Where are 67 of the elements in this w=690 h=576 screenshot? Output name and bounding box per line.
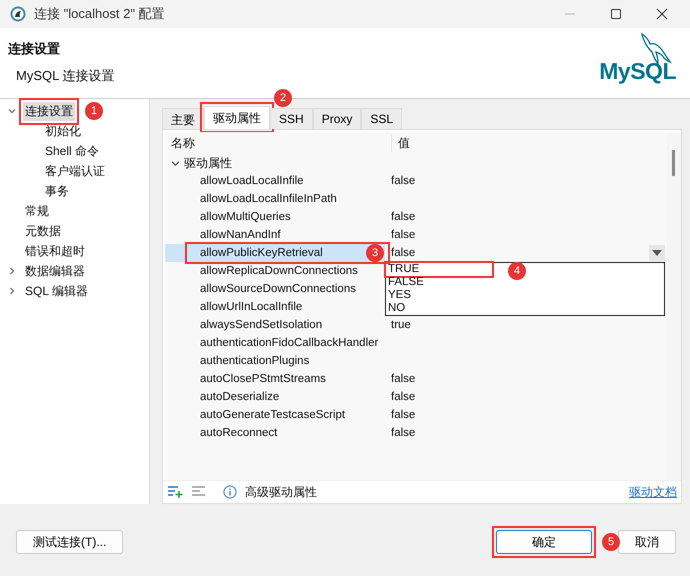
dropdown-option[interactable]: FALSE — [386, 276, 492, 289]
dropdown-option[interactable]: YES — [386, 289, 492, 302]
add-row-icon[interactable] — [167, 485, 183, 499]
property-value: false — [391, 391, 416, 403]
property-value: false — [391, 175, 416, 187]
property-name[interactable]: alwaysSendSetIsolation — [165, 316, 385, 334]
dialog-button[interactable]: 确定 — [496, 530, 592, 554]
info-text: 高级驱动属性 — [245, 484, 317, 500]
section-title: 连接设置 — [8, 40, 61, 58]
dropdown-option[interactable]: TRUE — [386, 263, 492, 276]
property-name[interactable]: autoGenerateTestcaseScript — [165, 406, 385, 424]
tree-item[interactable]: 常规 — [23, 202, 51, 220]
property-name[interactable]: allowLoadLocalInfileInPath — [165, 190, 385, 208]
property-value: false — [391, 373, 416, 385]
section-subtitle: MySQL 连接设置 — [15, 67, 114, 85]
close-icon[interactable] — [656, 8, 668, 20]
tree-item[interactable]: 错误和超时 — [23, 242, 87, 260]
chevron-down-icon[interactable] — [8, 107, 16, 115]
tree-item[interactable]: 数据编辑器 — [23, 262, 87, 280]
group-label: 驱动属性 — [184, 154, 232, 172]
property-value: false — [391, 247, 416, 259]
property-value: false — [391, 211, 416, 223]
property-value: false — [391, 229, 416, 241]
annotation-badge: 2 — [274, 89, 292, 107]
annotation-badge: 1 — [85, 102, 103, 120]
tab[interactable]: SSL — [361, 108, 402, 129]
tree-item[interactable]: Shell 命令 — [43, 142, 102, 160]
column-header[interactable]: 名称 — [165, 134, 392, 152]
tab[interactable]: 主要 — [162, 108, 204, 129]
property-name[interactable]: autoDeserialize — [165, 388, 385, 406]
annotation-badge: 5 — [602, 533, 620, 551]
window-title: 连接 "localhost 2" 配置 — [34, 5, 165, 23]
property-name[interactable]: authenticationFidoCallbackHandler — [165, 334, 385, 352]
tab[interactable]: Proxy — [312, 108, 362, 129]
property-name[interactable]: allowSourceDownConnections — [165, 280, 385, 298]
column-header[interactable]: 值 — [392, 134, 410, 152]
dialog-button[interactable]: 取消 — [618, 530, 676, 554]
annotation-badge: 4 — [508, 262, 526, 280]
driver-docs-link[interactable]: 驱动文档 — [629, 484, 677, 500]
property-name[interactable]: allowMultiQueries — [165, 208, 385, 226]
tree-item[interactable]: 事务 — [43, 182, 71, 200]
property-name[interactable]: authenticationPlugins — [165, 352, 385, 370]
property-name[interactable]: allowReplicaDownConnections — [165, 262, 385, 280]
tab[interactable]: SSH — [270, 108, 313, 129]
info-icon — [223, 485, 237, 499]
property-value: true — [391, 319, 411, 331]
tab[interactable]: 驱动属性 — [204, 106, 270, 129]
app-icon — [10, 6, 26, 22]
tree-item[interactable]: 客户端认证 — [43, 162, 107, 180]
maximize-icon[interactable] — [610, 8, 622, 20]
property-name[interactable]: allowUrlInLocalInfile — [165, 298, 385, 316]
property-value: false — [391, 427, 416, 439]
property-name[interactable]: autoReconnect — [165, 424, 385, 442]
property-name[interactable]: autoClosePStmtStreams — [165, 370, 385, 388]
property-value: false — [391, 409, 416, 421]
chevron-down-icon[interactable] — [171, 158, 180, 168]
dropdown-option[interactable]: NO — [386, 302, 492, 315]
chevron-right-icon[interactable] — [8, 267, 16, 275]
mysql-logo: MySQL — [599, 28, 676, 98]
tree-item[interactable]: 初始化 — [43, 122, 83, 140]
chevron-right-icon[interactable] — [8, 287, 16, 295]
property-name[interactable]: allowNanAndInf — [165, 226, 385, 244]
tree-item[interactable]: 元数据 — [23, 222, 63, 240]
tree-item[interactable]: 连接设置 — [23, 102, 75, 120]
dialog-button[interactable]: 测试连接(T)... — [16, 530, 124, 554]
property-name[interactable]: allowLoadLocalInfile — [165, 172, 385, 190]
tree-item[interactable]: SQL 编辑器 — [23, 282, 90, 300]
